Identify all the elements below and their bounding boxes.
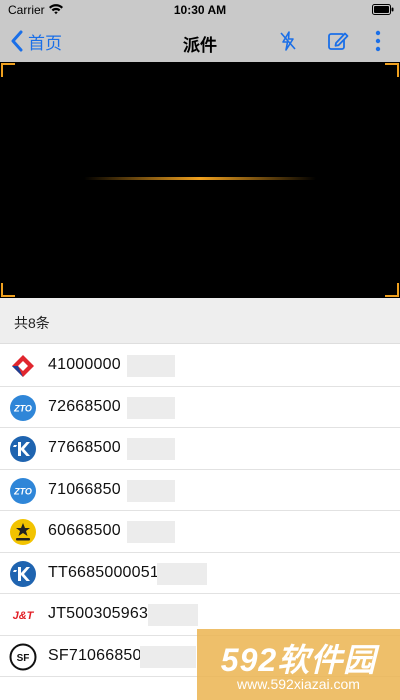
flash-off-icon[interactable] bbox=[276, 29, 300, 53]
svg-text:J&T: J&T bbox=[13, 610, 35, 622]
navigation-bar: 首页 派件 bbox=[0, 20, 400, 62]
watermark-brand: 592软件园 bbox=[220, 642, 377, 678]
parcel-row[interactable]: 60668500 bbox=[0, 511, 400, 553]
parcel-row[interactable]: 41000000 bbox=[0, 345, 400, 387]
parcel-row[interactable]: ZTO 71066850 bbox=[0, 470, 400, 511]
parcel-row[interactable]: TT6685000051 bbox=[0, 553, 400, 594]
zto-logo-icon: ZTO bbox=[10, 477, 36, 504]
back-button[interactable]: 首页 bbox=[10, 28, 62, 54]
parcel-row[interactable]: 77668500 bbox=[0, 428, 400, 470]
redaction-mask bbox=[127, 355, 175, 377]
list-count-text: 共8条 bbox=[14, 315, 50, 331]
tracking-number: JT500305963 bbox=[48, 605, 149, 622]
yunda-logo-icon bbox=[10, 519, 36, 545]
scanner-corner bbox=[385, 283, 399, 297]
jt-express-logo-icon: J&T bbox=[13, 610, 35, 622]
kuayue-logo-icon bbox=[10, 436, 36, 462]
tracking-number: SF710668500 bbox=[48, 646, 151, 664]
tracking-number: 77668500 bbox=[48, 439, 121, 456]
redaction-mask bbox=[127, 396, 175, 419]
app-screen: Carrier 10:30 AM 首页 派件 共8条 41000000 ZTO … bbox=[0, 0, 400, 700]
redaction-mask bbox=[127, 479, 175, 502]
watermark-url: www.592xiazai.com bbox=[237, 676, 360, 692]
svg-text:SF: SF bbox=[17, 653, 30, 664]
more-vertical-icon[interactable] bbox=[366, 29, 390, 53]
list-count-header: 共8条 bbox=[0, 298, 400, 344]
back-button-label: 首页 bbox=[28, 33, 62, 53]
svg-text:ZTO: ZTO bbox=[13, 403, 32, 413]
battery-icon bbox=[372, 4, 394, 15]
parcel-list: 41000000 ZTO 72668500 77668500 ZTO 71066… bbox=[0, 345, 400, 677]
tracking-number: 71066850 bbox=[48, 480, 121, 498]
scanner-corner bbox=[1, 283, 15, 297]
redaction-mask bbox=[127, 521, 175, 543]
tracking-number: 60668500 bbox=[48, 522, 121, 539]
site-watermark: 592软件园 www.592xiazai.com bbox=[197, 629, 400, 700]
redaction-mask bbox=[127, 438, 175, 460]
tracking-number: 41000000 bbox=[48, 356, 121, 373]
edit-icon[interactable] bbox=[326, 29, 350, 53]
jingdong-logo-icon bbox=[12, 355, 34, 377]
tracking-number: 72668500 bbox=[48, 397, 121, 415]
zto-logo-icon: ZTO bbox=[10, 394, 36, 421]
redaction-mask bbox=[157, 562, 207, 585]
scanner-corner bbox=[1, 63, 15, 77]
back-chevron-icon bbox=[11, 30, 23, 52]
redaction-mask bbox=[140, 645, 196, 668]
sf-express-logo-icon: SF bbox=[9, 643, 37, 670]
kuayue-logo-icon bbox=[10, 560, 36, 587]
svg-text:ZTO: ZTO bbox=[13, 486, 32, 496]
scan-line bbox=[84, 177, 316, 180]
redaction-mask bbox=[148, 604, 198, 626]
scanner-corner bbox=[385, 63, 399, 77]
tracking-number: TT6685000051 bbox=[48, 563, 159, 581]
scanner-view[interactable] bbox=[0, 62, 400, 298]
status-bar: Carrier 10:30 AM bbox=[0, 0, 400, 20]
status-clock: 10:30 AM bbox=[173, 3, 227, 17]
parcel-row[interactable]: ZTO 72668500 bbox=[0, 387, 400, 428]
